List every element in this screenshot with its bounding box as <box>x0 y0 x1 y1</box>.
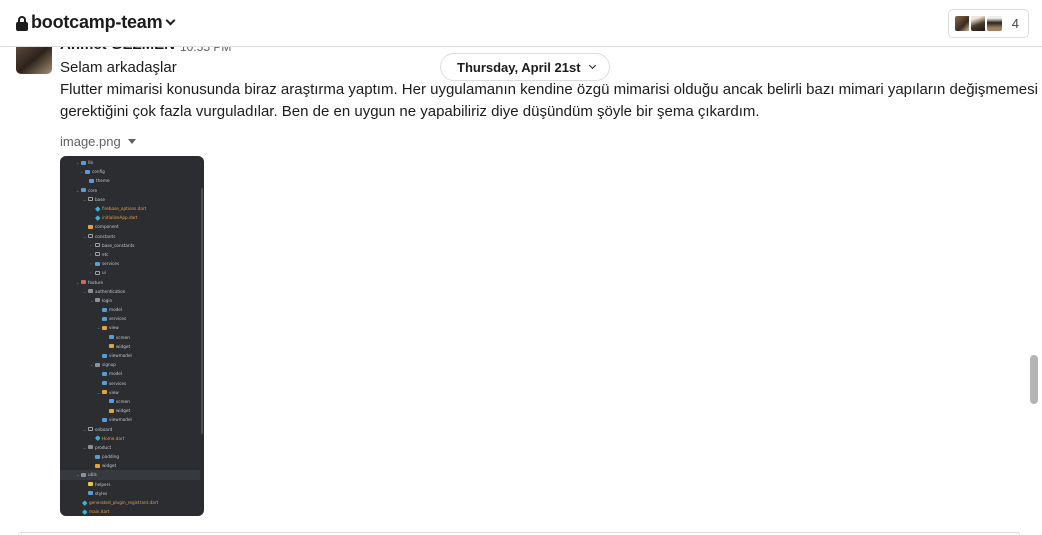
tree-row: ⌄ core <box>76 187 98 193</box>
tree-row: widget <box>60 406 200 415</box>
member-count: 4 <box>1011 16 1019 31</box>
tree-row: ⌄ view <box>97 389 119 395</box>
members-button[interactable]: 4 <box>947 9 1029 38</box>
tree-row: theme <box>60 176 200 185</box>
channel-name-button[interactable]: bootcamp-team <box>16 12 176 33</box>
tree-row: ⌄ login <box>90 297 113 303</box>
tree-row: padding <box>60 452 200 461</box>
tree-row: ⌄ constants <box>83 233 116 239</box>
message-text-line: gerektiğini çok fazla vurguladılar. Ben … <box>60 103 760 120</box>
chevron-down-icon <box>588 61 596 70</box>
tree-row: ⌄ onboard <box>83 426 113 432</box>
tree-row: ⌄ authentication <box>83 288 126 294</box>
tree-row: ⌄ view <box>97 325 119 331</box>
tree-row: model <box>60 305 200 314</box>
tree-row: component <box>60 222 200 231</box>
message-text-line: Flutter mimarisi konusunda biraz araştır… <box>60 81 1038 98</box>
tree-row: styles <box>60 489 200 498</box>
tree-row: screen <box>60 397 200 406</box>
tree-row: ⌄ base <box>83 196 105 202</box>
tree-row: › base_constants <box>90 242 135 248</box>
channel-name: bootcamp-team <box>31 12 163 32</box>
tree-row: › ui <box>90 270 106 276</box>
tree-row: widget <box>60 461 200 470</box>
tree-row: ⌄ utils <box>60 470 200 480</box>
tree-row: › etc <box>90 251 109 257</box>
image-scrollbar <box>201 188 203 434</box>
message-text-line: Selam arkadaşlar <box>60 59 177 76</box>
tree-row: firebase_options.dart <box>60 204 200 213</box>
scrollbar-thumb[interactable] <box>1030 355 1038 404</box>
tree-row: ⌄ signup <box>90 362 116 368</box>
tree-row: main.dart <box>60 507 200 516</box>
caret-down-icon <box>127 139 136 144</box>
tree-row: ⌄ config <box>80 169 105 175</box>
lock-icon <box>16 15 28 31</box>
tree-row: ⌄ product <box>83 444 112 450</box>
attachment-image[interactable]: ⌄ lib ⌄ config theme ⌄ core ⌄ base firebase_… <box>60 156 204 516</box>
channel-header: bootcamp-team 4 <box>0 0 1042 47</box>
tree-row: services <box>60 379 200 388</box>
tree-row: viewmodel <box>60 351 200 360</box>
tree-row: › services <box>90 261 120 267</box>
date-divider-button[interactable]: Thursday, April 21st <box>440 53 610 81</box>
member-avatar <box>984 14 1004 33</box>
date-divider-label: Thursday, April 21st <box>457 59 581 75</box>
attachment-name: image.png <box>60 134 121 149</box>
tree-row: ⌄ lib <box>76 160 93 166</box>
tree-row: viewmodel <box>60 415 200 424</box>
tree-row: screen <box>60 333 200 342</box>
tree-row: widget <box>60 342 200 351</box>
tree-row: initializeApp.dart <box>60 213 200 222</box>
tree-row: model <box>60 369 200 378</box>
attachment-toggle[interactable]: image.png <box>60 134 136 149</box>
chevron-down-icon <box>165 15 176 26</box>
tree-row: helpers <box>60 480 200 489</box>
tree-row: ⌄ feature <box>76 279 104 285</box>
tree-row: services <box>60 314 200 323</box>
tree-row: generated_plugin_registrant.dart <box>60 498 200 507</box>
tree-row: Home.dart <box>60 434 200 443</box>
file-tree: ⌄ lib ⌄ config theme ⌄ core ⌄ base firebase_… <box>60 158 200 516</box>
